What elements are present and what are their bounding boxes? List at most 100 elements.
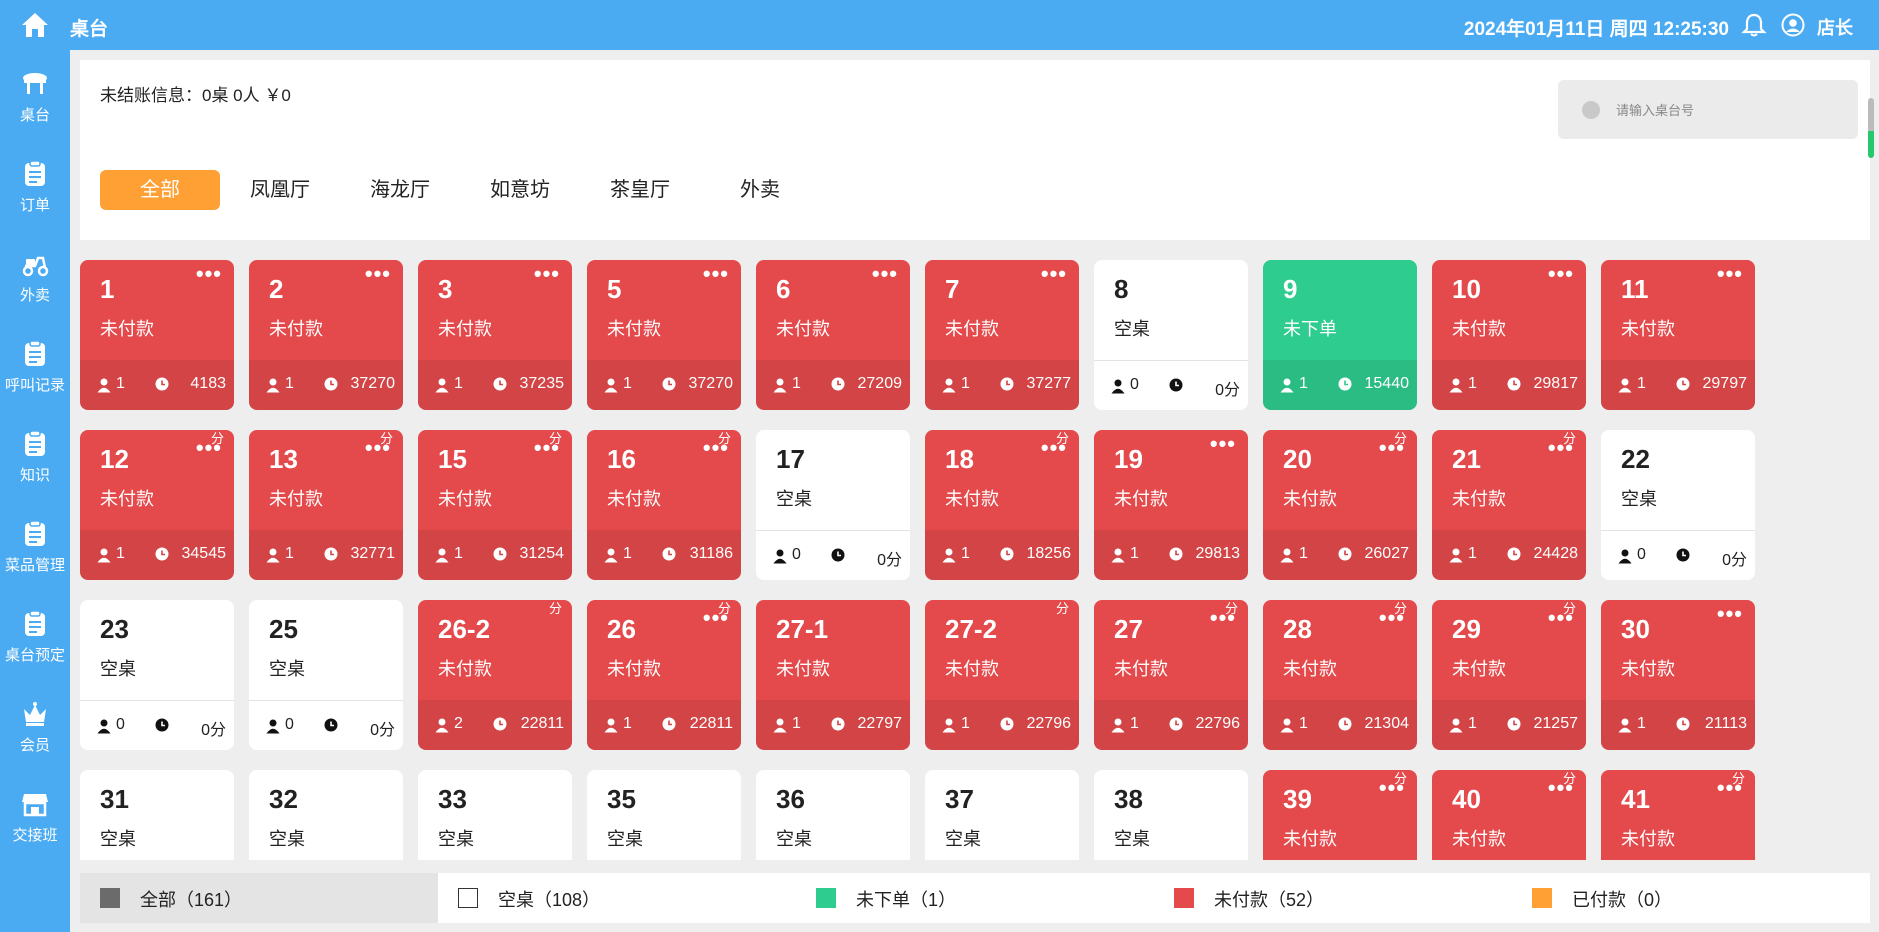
table-status: 未付款 xyxy=(607,659,661,679)
table-card[interactable]: 分 ••• 16 未付款 1 31186 xyxy=(587,430,741,580)
table-card[interactable]: 分 ••• 28 未付款 1 21304 xyxy=(1263,600,1417,750)
sidebar-item-knowledge[interactable]: 知识 xyxy=(0,430,70,510)
legend-swatch xyxy=(1174,888,1194,908)
table-card[interactable]: 分 ••• 26 未付款 1 22811 xyxy=(587,600,741,750)
more-menu-icon[interactable]: ••• xyxy=(1717,263,1743,285)
more-menu-icon[interactable]: ••• xyxy=(703,437,729,459)
sidebar-item-call-records[interactable]: 呼叫记录 xyxy=(0,340,70,420)
tab-takeout[interactable]: 外卖 xyxy=(700,170,820,210)
table-status: 空桌 xyxy=(1621,489,1657,509)
more-menu-icon[interactable]: ••• xyxy=(1379,777,1405,799)
table-card[interactable]: 分 ••• 39 未付款 xyxy=(1263,770,1417,860)
more-menu-icon[interactable]: ••• xyxy=(1548,437,1574,459)
tab-hailong-hall[interactable]: 海龙厅 xyxy=(340,170,460,210)
table-card[interactable]: 36 空桌 xyxy=(756,770,910,860)
more-menu-icon[interactable]: ••• xyxy=(1210,433,1236,455)
table-card[interactable]: 分 ••• 20 未付款 1 26027 xyxy=(1263,430,1417,580)
table-card[interactable]: 9 未下单 1 15440 xyxy=(1263,260,1417,410)
elapsed-time: 37270 xyxy=(350,375,396,392)
scrollbar[interactable] xyxy=(1868,98,1874,158)
more-menu-icon[interactable]: ••• xyxy=(1548,263,1574,285)
tab-fenghuang-hall[interactable]: 凤凰厅 xyxy=(220,170,340,210)
sidebar-item-orders[interactable]: 订单 xyxy=(0,160,70,240)
table-card[interactable]: 分 ••• 29 未付款 1 21257 xyxy=(1432,600,1586,750)
elapsed-time: 22811 xyxy=(689,715,733,732)
table-card[interactable]: 37 空桌 xyxy=(925,770,1079,860)
table-number: 32 xyxy=(269,784,298,814)
more-menu-icon[interactable]: ••• xyxy=(872,263,898,285)
table-card[interactable]: 32 空桌 xyxy=(249,770,403,860)
table-card[interactable]: ••• 3 未付款 1 37235 xyxy=(418,260,572,410)
sidebar-item-takeout[interactable]: 外卖 xyxy=(0,250,70,330)
table-card[interactable]: ••• 10 未付款 1 29817 xyxy=(1432,260,1586,410)
table-card[interactable]: 分 ••• 12 未付款 1 34545 xyxy=(80,430,234,580)
search-box[interactable] xyxy=(1558,80,1858,139)
status-legend: 全部（161） 空桌（108） 未下单（1） 未付款（52） 已付款（0） xyxy=(80,873,1870,923)
table-card[interactable]: 27-1 未付款 1 22797 xyxy=(756,600,910,750)
more-menu-icon[interactable]: ••• xyxy=(1717,603,1743,625)
guest-count: 1 xyxy=(116,545,125,562)
table-card[interactable]: ••• 6 未付款 1 27209 xyxy=(756,260,910,410)
table-card[interactable]: 38 空桌 xyxy=(1094,770,1248,860)
more-menu-icon[interactable]: ••• xyxy=(1379,437,1405,459)
table-card[interactable]: 分 ••• 40 未付款 xyxy=(1432,770,1586,860)
clock-icon xyxy=(1507,717,1521,731)
table-card[interactable]: 35 空桌 xyxy=(587,770,741,860)
table-card[interactable]: 分 ••• 15 未付款 1 31254 xyxy=(418,430,572,580)
table-card[interactable]: 分 ••• 27 未付款 1 22796 xyxy=(1094,600,1248,750)
more-menu-icon[interactable]: ••• xyxy=(1041,263,1067,285)
more-menu-icon[interactable]: ••• xyxy=(1717,777,1743,799)
table-card[interactable]: 分 ••• 21 未付款 1 24428 xyxy=(1432,430,1586,580)
table-card[interactable]: 分 27-2 未付款 1 22796 xyxy=(925,600,1079,750)
tab-chahuang-hall[interactable]: 茶皇厅 xyxy=(580,170,700,210)
table-status: 未付款 xyxy=(945,489,999,509)
tab-all[interactable]: 全部 xyxy=(100,170,220,210)
more-menu-icon[interactable]: ••• xyxy=(1041,437,1067,459)
tab-ruyi-fang[interactable]: 如意坊 xyxy=(460,170,580,210)
table-card[interactable]: ••• 2 未付款 1 37270 xyxy=(249,260,403,410)
table-card[interactable]: 分 ••• 18 未付款 1 18256 xyxy=(925,430,1079,580)
table-card[interactable]: ••• 1 未付款 1 4183 xyxy=(80,260,234,410)
sidebar-item-dish-management[interactable]: 菜品管理 xyxy=(0,520,70,600)
sidebar-item-table-reservation[interactable]: 桌台预定 xyxy=(0,610,70,690)
table-status: 未付款 xyxy=(1452,659,1506,679)
table-number: 27-1 xyxy=(776,614,829,644)
bell-icon[interactable] xyxy=(1741,12,1767,38)
more-menu-icon[interactable]: ••• xyxy=(196,437,222,459)
table-card[interactable]: ••• 19 未付款 1 29813 xyxy=(1094,430,1248,580)
more-menu-icon[interactable]: ••• xyxy=(703,263,729,285)
more-menu-icon[interactable]: ••• xyxy=(365,263,391,285)
more-menu-icon[interactable]: ••• xyxy=(534,437,560,459)
sidebar-item-shift-handover[interactable]: 交接班 xyxy=(0,790,70,870)
table-card[interactable]: 23 空桌 0 0分 xyxy=(80,600,234,750)
legend-label: 全部（161） xyxy=(140,890,243,910)
table-card[interactable]: 25 空桌 0 0分 xyxy=(249,600,403,750)
search-input[interactable] xyxy=(1616,97,1836,123)
table-card[interactable]: 分 ••• 41 未付款 xyxy=(1601,770,1755,860)
home-icon[interactable] xyxy=(20,11,50,39)
more-menu-icon[interactable]: ••• xyxy=(1548,607,1574,629)
table-card[interactable]: ••• 7 未付款 1 37277 xyxy=(925,260,1079,410)
more-menu-icon[interactable]: ••• xyxy=(1210,607,1236,629)
table-card[interactable]: 17 空桌 0 0分 xyxy=(756,430,910,580)
table-card[interactable]: 分 ••• 13 未付款 1 32771 xyxy=(249,430,403,580)
table-card[interactable]: ••• 11 未付款 1 29797 xyxy=(1601,260,1755,410)
sidebar-item-members[interactable]: 会员 xyxy=(0,700,70,780)
more-menu-icon[interactable]: ••• xyxy=(534,263,560,285)
more-menu-icon[interactable]: ••• xyxy=(365,437,391,459)
more-menu-icon[interactable]: ••• xyxy=(1548,777,1574,799)
user-name[interactable]: 店长 xyxy=(1817,14,1853,40)
more-menu-icon[interactable]: ••• xyxy=(703,607,729,629)
sidebar-item-tables[interactable]: 桌台 xyxy=(0,70,70,150)
table-card[interactable]: ••• 5 未付款 1 37270 xyxy=(587,260,741,410)
table-card[interactable]: 分 26-2 未付款 2 22811 xyxy=(418,600,572,750)
table-footer: 1 22796 xyxy=(1094,700,1248,750)
table-card[interactable]: 8 空桌 0 0分 xyxy=(1094,260,1248,410)
user-avatar-icon[interactable] xyxy=(1781,13,1805,37)
table-card[interactable]: 33 空桌 xyxy=(418,770,572,860)
more-menu-icon[interactable]: ••• xyxy=(196,263,222,285)
table-card[interactable]: ••• 30 未付款 1 21113 xyxy=(1601,600,1755,750)
more-menu-icon[interactable]: ••• xyxy=(1379,607,1405,629)
table-card[interactable]: 22 空桌 0 0分 xyxy=(1601,430,1755,580)
table-card[interactable]: 31 空桌 xyxy=(80,770,234,860)
